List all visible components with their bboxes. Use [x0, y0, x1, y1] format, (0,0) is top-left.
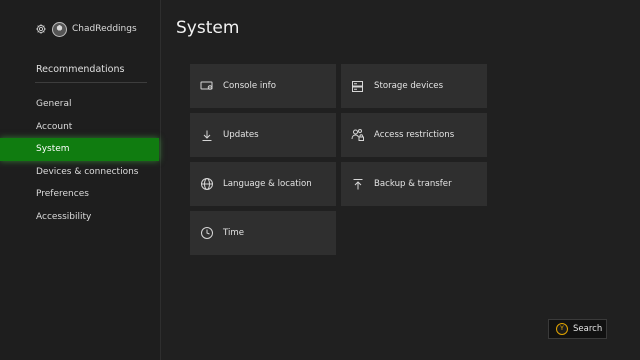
tile-label: Backup & transfer [374, 179, 452, 189]
upload-icon [351, 177, 365, 191]
user-header: ChadReddings [35, 20, 137, 38]
page-title: System [176, 18, 240, 38]
sidebar-item-system[interactable]: System [0, 138, 159, 161]
sidebar-divider [35, 82, 147, 83]
tile-time[interactable]: Time [190, 211, 336, 255]
tile-label: Updates [223, 130, 259, 140]
console-icon [200, 79, 214, 93]
tile-storage-devices[interactable]: Storage devices [341, 64, 487, 108]
globe-icon [200, 177, 214, 191]
tile-updates[interactable]: Updates [190, 113, 336, 157]
sidebar-item-account[interactable]: Account [0, 116, 160, 139]
clock-icon [200, 226, 214, 240]
sidebar-item-devices-connections[interactable]: Devices & connections [0, 161, 160, 184]
sidebar-nav: General Account System Devices & connect… [0, 93, 160, 229]
tile-access-restrictions[interactable]: Access restrictions [341, 113, 487, 157]
tile-label: Access restrictions [374, 130, 455, 140]
download-icon [200, 128, 214, 142]
tile-console-info[interactable]: Console info [190, 64, 336, 108]
sidebar-item-preferences[interactable]: Preferences [0, 183, 160, 206]
y-button-icon: Y [556, 323, 568, 335]
sidebar-item-general[interactable]: General [0, 93, 160, 116]
avatar[interactable] [52, 21, 67, 37]
search-button[interactable]: Y Search [548, 319, 607, 339]
gear-icon[interactable] [35, 23, 47, 35]
users-lock-icon [351, 128, 365, 142]
sidebar-item-recommendations[interactable]: Recommendations [36, 64, 124, 75]
storage-icon [351, 79, 365, 93]
sidebar-item-accessibility[interactable]: Accessibility [0, 206, 160, 229]
tile-language-location[interactable]: Language & location [190, 162, 336, 206]
tile-label: Time [223, 228, 245, 238]
tile-label: Console info [223, 81, 276, 91]
sidebar: ChadReddings Recommendations General Acc… [0, 0, 161, 360]
gamertag[interactable]: ChadReddings [72, 24, 137, 34]
tile-label: Language & location [223, 179, 312, 189]
tile-backup-transfer[interactable]: Backup & transfer [341, 162, 487, 206]
tile-label: Storage devices [374, 81, 444, 91]
search-label: Search [573, 324, 603, 334]
